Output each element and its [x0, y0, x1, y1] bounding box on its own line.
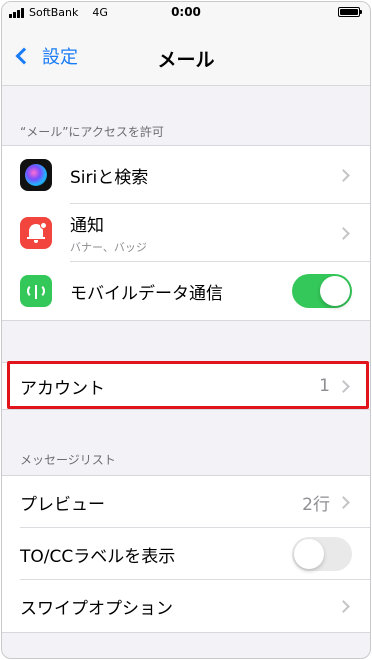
show-to-cc-toggle[interactable] [292, 537, 352, 571]
bell-icon [20, 217, 52, 249]
chevron-right-icon [337, 168, 350, 182]
chevron-right-icon [337, 226, 350, 240]
accounts-count: 1 [319, 376, 330, 396]
cellular-icon [20, 275, 52, 307]
row-label: Siriと検索 [70, 167, 149, 188]
settings-screen: SoftBank 4G 0:00 設定 メール “メール”にアクセスを許可 Si… [1, 1, 371, 659]
row-notifications[interactable]: 通知 バナー、バッジ [2, 204, 370, 262]
row-show-to-cc: TO/CCラベルを表示 [2, 528, 370, 580]
siri-icon [20, 159, 52, 191]
navigation-bar: 設定 メール [2, 22, 370, 86]
row-label: モバイルデータ通信 [70, 283, 223, 304]
chevron-right-icon [337, 379, 350, 393]
row-sublabel: バナー、バッジ [70, 241, 147, 254]
row-siri-search[interactable]: Siriと検索 [2, 146, 370, 204]
section-header-access: “メール”にアクセスを許可 [20, 125, 164, 139]
accounts-group: アカウント 1 [2, 362, 370, 410]
row-label: 通知 [70, 216, 104, 236]
row-mobile-data: モバイルデータ通信 [2, 262, 370, 320]
row-label: TO/CCラベルを表示 [20, 546, 176, 567]
battery-icon [338, 7, 362, 17]
row-label: アカウント [20, 378, 105, 399]
row-accounts[interactable]: アカウント 1 [2, 363, 370, 409]
row-label: プレビュー [20, 494, 105, 515]
section-header-message-list: メッセージリスト [20, 453, 116, 467]
status-bar: SoftBank 4G 0:00 [2, 2, 370, 22]
chevron-right-icon [337, 495, 350, 509]
chevron-right-icon [337, 599, 350, 613]
mobile-data-toggle[interactable] [292, 274, 352, 308]
row-label: スワイプオプション [20, 598, 173, 619]
row-swipe-options[interactable]: スワイプオプション [2, 580, 370, 632]
row-preview[interactable]: プレビュー 2行 [2, 476, 370, 528]
message-list-group: プレビュー 2行 TO/CCラベルを表示 スワイプオプション [2, 475, 370, 633]
clock: 0:00 [171, 5, 201, 19]
preview-value: 2行 [302, 494, 330, 515]
access-group: Siriと検索 通知 バナー、バッジ モバイルデータ通信 [2, 145, 370, 321]
page-title: メール [157, 49, 215, 71]
